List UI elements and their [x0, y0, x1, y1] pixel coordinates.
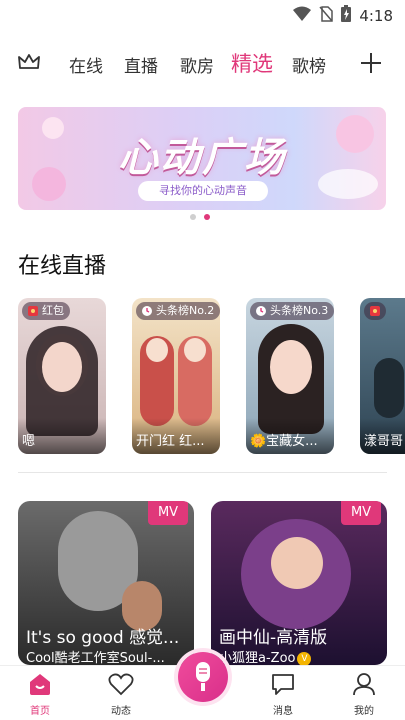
- wifi-icon: [293, 6, 312, 26]
- nav-moments[interactable]: 动态: [91, 672, 151, 717]
- banner-subtitle: 寻找你的心动声音: [138, 181, 268, 201]
- live-badge: 红包: [22, 302, 70, 320]
- nav-profile[interactable]: 我的: [334, 672, 394, 717]
- microphone-icon: [193, 661, 213, 697]
- live-card[interactable]: 红包 嗯: [18, 298, 106, 454]
- banner-title: 心动广场: [118, 135, 286, 181]
- mv-card[interactable]: MV 画中仙-高清版 小狐狸a-Zoo V: [211, 501, 387, 665]
- heart-icon: [108, 673, 134, 700]
- crown-icon[interactable]: [18, 54, 40, 74]
- mv-title: It's so good 感觉...: [26, 628, 180, 648]
- live-card-caption: 嗯: [18, 418, 106, 454]
- red-packet-icon: [27, 305, 39, 317]
- tab-live[interactable]: 直播: [124, 52, 158, 77]
- clock-icon: [141, 305, 153, 317]
- status-bar: 4:18: [0, 0, 405, 30]
- status-icons: 4:18: [293, 5, 393, 26]
- red-packet-icon: [369, 305, 381, 317]
- live-card-caption: 开门红 红...: [132, 418, 220, 454]
- nav-home-label: 首页: [30, 706, 50, 717]
- section-title-live: 在线直播: [18, 254, 107, 279]
- illustration-face: [184, 338, 206, 362]
- nav-home[interactable]: 首页: [10, 672, 70, 717]
- status-time: 4:18: [359, 6, 393, 25]
- tab-charts[interactable]: 歌榜: [292, 52, 326, 77]
- message-icon: [270, 674, 296, 700]
- top-nav: 在线 直播 歌房 精选 歌榜: [0, 44, 405, 84]
- pagination-dot-active[interactable]: [204, 214, 210, 220]
- live-card[interactable]: 头条榜No.3 🌼宝藏女...: [246, 298, 334, 454]
- streamer-image: [374, 358, 404, 418]
- nav-messages[interactable]: 消息: [253, 672, 313, 717]
- microphone-button[interactable]: [178, 652, 228, 702]
- live-card-list: 红包 嗯 头条榜No.2 开门红 红... 头条榜No.3 🌼宝藏女... 漾哥…: [18, 298, 405, 454]
- home-icon: [27, 674, 53, 700]
- verified-badge: V: [297, 651, 312, 665]
- mv-card[interactable]: MV It's so good 感觉... Cool酷老工作室Soul-...: [18, 501, 194, 665]
- nav-moments-label: 动态: [111, 706, 131, 717]
- streamer-face: [42, 342, 82, 392]
- sim-off-icon: [319, 5, 334, 26]
- live-card-caption: 漾哥哥: [360, 418, 405, 454]
- live-badge: 头条榜No.3: [250, 302, 334, 320]
- mv-badge: MV: [341, 501, 381, 525]
- nav-profile-label: 我的: [354, 706, 374, 717]
- mv-badge: MV: [148, 501, 188, 525]
- tab-song-room[interactable]: 歌房: [180, 52, 214, 77]
- banner-pagination: [190, 214, 210, 220]
- live-badge: [364, 302, 386, 320]
- promo-banner[interactable]: 心动广场 寻找你的心动声音: [18, 107, 386, 210]
- mv-artist: 小狐狸a-Zoo V: [219, 647, 385, 665]
- streamer-face: [270, 340, 312, 394]
- live-card[interactable]: 漾哥哥: [360, 298, 405, 454]
- live-card[interactable]: 头条榜No.2 开门红 红...: [132, 298, 220, 454]
- bottom-nav: 首页 动态 消息 我的: [0, 652, 405, 720]
- live-badge: 头条榜No.2: [136, 302, 220, 320]
- mv-artist: Cool酷老工作室Soul-...: [26, 651, 165, 665]
- plus-icon[interactable]: [359, 51, 383, 79]
- clock-icon: [255, 305, 267, 317]
- section-divider: [18, 472, 387, 473]
- profile-icon: [351, 673, 377, 700]
- mv-thumbnail-figure: [271, 537, 323, 589]
- mv-title: 画中仙-高清版: [219, 628, 328, 648]
- tab-online[interactable]: 在线: [69, 52, 103, 77]
- illustration-face: [146, 338, 168, 362]
- nav-messages-label: 消息: [273, 706, 293, 717]
- tab-featured[interactable]: 精选: [231, 48, 273, 78]
- pagination-dot[interactable]: [190, 214, 196, 220]
- live-card-caption: 🌼宝藏女...: [246, 418, 334, 454]
- battery-icon: [341, 5, 352, 26]
